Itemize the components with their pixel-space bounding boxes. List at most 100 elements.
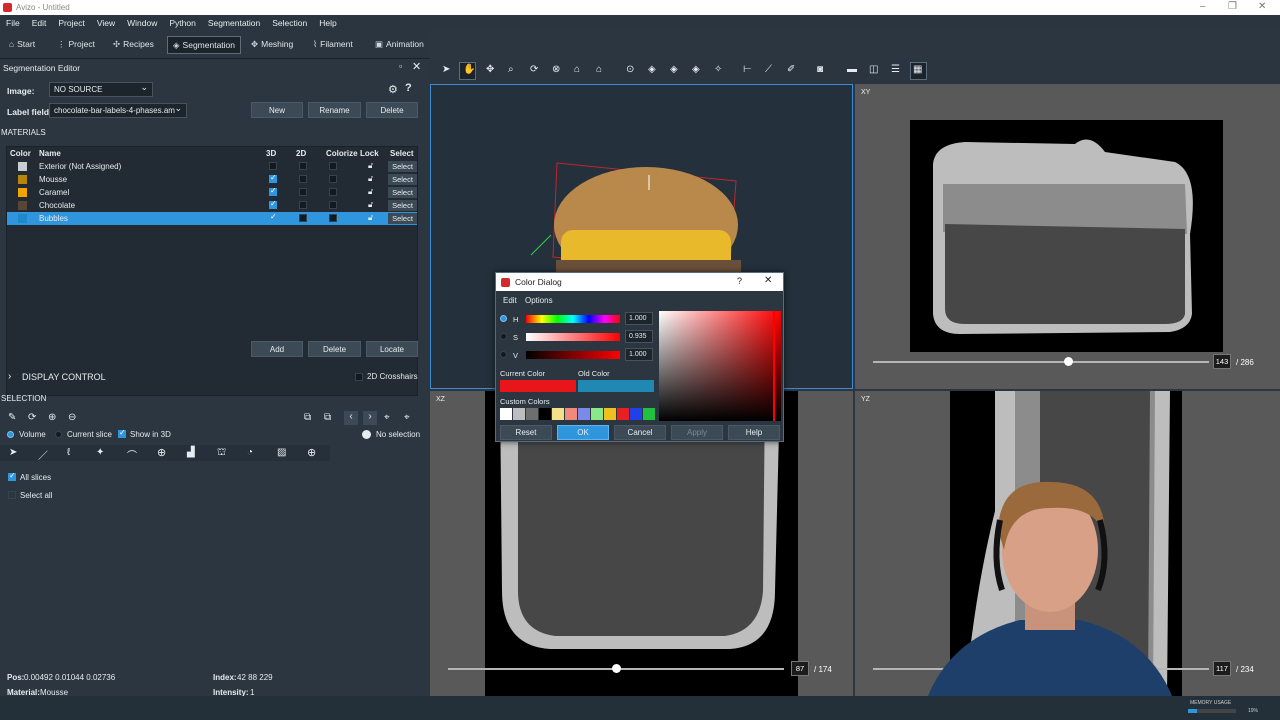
undock-icon[interactable]: ▫ (399, 61, 402, 71)
delete-material-button[interactable]: Delete (308, 341, 361, 357)
material-2d-checkbox[interactable] (299, 188, 307, 196)
material-3d-checkbox[interactable] (269, 173, 277, 183)
menu-file[interactable]: File (0, 15, 26, 28)
layout-1-icon[interactable]: ▬ (847, 64, 857, 75)
material-3d-checkbox[interactable] (269, 186, 277, 196)
v-value[interactable]: 1.000 (625, 348, 653, 361)
all-slices-checkbox[interactable] (8, 471, 16, 481)
tab-filament[interactable]: ⌇ Filament (308, 36, 358, 54)
lock-icon[interactable]: 🔓︎ (368, 187, 373, 197)
material-color-swatch[interactable] (18, 201, 27, 210)
zoom-icon[interactable]: ⊕ (307, 446, 316, 459)
material-color-swatch[interactable] (18, 162, 27, 171)
restore-icon[interactable]: ❐ (1228, 1, 1237, 12)
custom-color-swatch[interactable] (565, 408, 577, 420)
material-colorize-checkbox[interactable] (329, 175, 337, 183)
material-color-swatch[interactable] (18, 175, 27, 184)
h-radio[interactable] (500, 315, 507, 322)
pick-icon[interactable]: ➤ (9, 447, 17, 458)
dialog-menu-options[interactable]: Options (525, 296, 553, 305)
s-slider[interactable] (526, 333, 620, 341)
pointer-icon[interactable]: ➤ (442, 64, 450, 75)
custom-color-swatch[interactable] (604, 408, 616, 420)
material-2d-checkbox[interactable] (299, 162, 307, 170)
prev-slice-icon[interactable]: ‹ (344, 411, 358, 425)
material-select-button[interactable]: Select (388, 161, 417, 172)
material-row[interactable]: Exterior (Not Assigned) 🔓︎ Select (7, 160, 417, 173)
layout-4-icon[interactable]: ▦ (913, 64, 922, 75)
add-material-button[interactable]: Add (251, 341, 303, 357)
s-radio[interactable] (500, 333, 507, 340)
lasso-icon[interactable]: ℓ (67, 447, 70, 458)
view-y-icon[interactable]: ◈ (670, 64, 678, 75)
v-slider[interactable] (526, 351, 620, 359)
material-color-swatch[interactable] (18, 188, 27, 197)
lock-icon[interactable]: 🔓︎ (368, 161, 373, 171)
tab-animation[interactable]: ▣ Animation (370, 36, 429, 54)
custom-color-swatch[interactable] (630, 408, 642, 420)
custom-color-swatch[interactable] (591, 408, 603, 420)
chevron-right-icon[interactable]: › (8, 371, 11, 382)
material-3d-checkbox[interactable] (269, 162, 277, 170)
copy-icon[interactable]: ⧉ (304, 412, 311, 423)
snapshot-icon[interactable]: ◙ (817, 64, 823, 75)
material-colorize-checkbox[interactable] (329, 188, 337, 196)
menu-segmentation[interactable]: Segmentation (202, 15, 266, 28)
delete-button[interactable]: Delete (366, 102, 418, 118)
lock-icon[interactable]: 🔓︎ (368, 200, 373, 210)
display-control-header[interactable]: DISPLAY CONTROL (22, 372, 106, 382)
cancel-button[interactable]: Cancel (614, 425, 666, 440)
menu-view[interactable]: View (91, 15, 121, 28)
custom-color-swatch[interactable] (578, 408, 590, 420)
locate-button[interactable]: Locate (366, 341, 418, 357)
material-2d-checkbox[interactable] (299, 214, 307, 222)
h-value[interactable]: 1.000 (625, 312, 653, 325)
material-2d-checkbox[interactable] (299, 175, 307, 183)
tab-start[interactable]: ⌂ Start (4, 36, 40, 54)
crosshairs-checkbox[interactable] (355, 373, 363, 381)
material-row[interactable]: Mousse 🔓︎ Select (7, 173, 417, 186)
material-row[interactable]: Bubbles 🔓︎ Select (7, 212, 417, 225)
custom-color-swatch[interactable] (526, 408, 538, 420)
show-in-3d-checkbox[interactable] (118, 428, 126, 438)
material-row[interactable]: Chocolate 🔓︎ Select (7, 199, 417, 212)
tab-project[interactable]: ⋮ Project (52, 36, 100, 54)
add-selection-icon[interactable]: ⊕ (48, 412, 56, 423)
eraser-icon[interactable]: ✎ (8, 412, 16, 423)
lock-icon[interactable]: 🔓︎ (368, 174, 373, 184)
material-colorize-checkbox[interactable] (329, 214, 337, 222)
rotate-icon[interactable]: ⟳ (530, 64, 538, 75)
saturation-value-picker[interactable] (659, 311, 781, 421)
zoom-center-icon[interactable]: ⌖ (404, 412, 410, 423)
brush-icon[interactable]: ／ (38, 447, 48, 462)
home-view-icon[interactable]: ⌂ (574, 64, 580, 75)
view-x-icon[interactable]: ◈ (648, 64, 656, 75)
material-select-button[interactable]: Select (388, 200, 417, 211)
close-panel-icon[interactable]: ✕ (412, 60, 421, 73)
h-slider[interactable] (526, 315, 620, 323)
volume-radio[interactable] (7, 431, 14, 438)
xy-slice-knob[interactable] (1063, 357, 1073, 366)
next-slice-icon[interactable]: › (363, 411, 377, 425)
current-slice-radio[interactable] (55, 431, 62, 438)
menu-help[interactable]: Help (313, 15, 342, 28)
v-radio[interactable] (500, 351, 507, 358)
interact-icon[interactable]: ✋ (463, 64, 475, 75)
label-field-select[interactable]: chocolate-bar-labels-4-phases.am (49, 103, 187, 118)
yz-slice-input[interactable]: 117 (1213, 661, 1231, 676)
s-value[interactable]: 0.935 (625, 330, 653, 343)
xy-slice-input[interactable]: 143 (1213, 354, 1231, 369)
rename-button[interactable]: Rename (308, 102, 361, 118)
old-color-swatch[interactable] (578, 380, 654, 392)
select-all-checkbox[interactable] (8, 491, 16, 499)
tab-segmentation[interactable]: ◈ Segmentation (167, 36, 241, 54)
magic-wand-icon[interactable]: ✦ (96, 447, 104, 458)
tab-meshing[interactable]: ✥ Meshing (246, 36, 298, 54)
seek-icon[interactable]: ⊗ (552, 64, 560, 75)
refresh-icon[interactable]: ⟳ (28, 412, 36, 423)
view-z-icon[interactable]: ◈ (692, 64, 700, 75)
close-icon[interactable]: ✕ (1258, 1, 1266, 12)
custom-color-swatch[interactable] (617, 408, 629, 420)
custom-color-swatch[interactable] (500, 408, 512, 420)
watershed-icon[interactable]: ▨ (277, 447, 286, 458)
